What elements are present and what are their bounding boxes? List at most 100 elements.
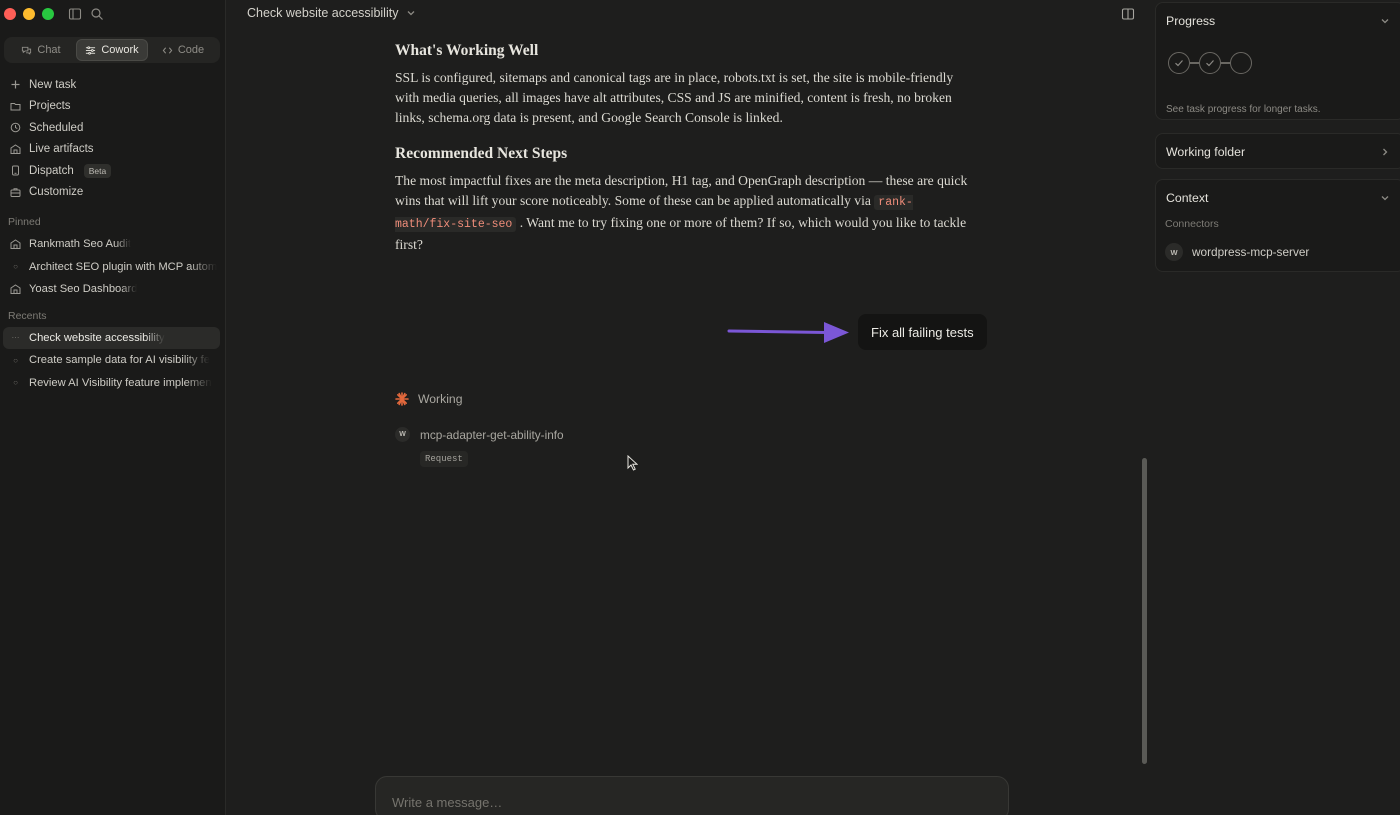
section-heading: What's Working Well bbox=[395, 42, 539, 59]
working-folder-card[interactable]: Working folder bbox=[1155, 133, 1400, 169]
recent-item[interactable]: ○ Review AI Visibility feature implemen bbox=[0, 372, 222, 395]
search-icon[interactable] bbox=[90, 7, 104, 21]
tab-code[interactable]: Code bbox=[148, 39, 218, 61]
artifact-icon bbox=[10, 284, 21, 294]
spinner-star-icon bbox=[395, 392, 409, 406]
wordpress-icon: W bbox=[1165, 243, 1183, 261]
clock-icon bbox=[10, 122, 21, 133]
sidebar-top-icons bbox=[68, 7, 104, 21]
check-icon bbox=[1206, 60, 1214, 67]
check-icon bbox=[1175, 60, 1183, 67]
circle-icon: ○ bbox=[13, 378, 18, 388]
code-brackets-icon bbox=[162, 46, 173, 54]
connectors-label: Connectors bbox=[1165, 218, 1219, 230]
tab-chat-label: Chat bbox=[37, 44, 61, 56]
close-window-button[interactable] bbox=[4, 8, 16, 20]
recent-item-label: Review AI Visibility feature implemen bbox=[29, 376, 212, 389]
minimize-window-button[interactable] bbox=[23, 8, 35, 20]
circle-icon: ○ bbox=[13, 355, 18, 365]
working-status: Working bbox=[395, 392, 462, 406]
recent-item[interactable]: ○ Create sample data for AI visibility f… bbox=[0, 349, 222, 372]
sidebar-item-label: Dispatch bbox=[29, 164, 74, 177]
pinned-section-label: Pinned bbox=[8, 216, 41, 228]
chat-bubbles-icon bbox=[22, 46, 32, 55]
recent-item-label: Check website accessibility bbox=[29, 331, 165, 344]
right-panel: Progress See task progress for longer ta… bbox=[1155, 0, 1400, 815]
sidebar-item-label: Projects bbox=[29, 100, 71, 113]
recent-item[interactable]: ⋯ Check website accessibility bbox=[3, 326, 220, 349]
recents-section-label: Recents bbox=[8, 309, 47, 322]
plus-icon bbox=[11, 80, 20, 89]
recent-item-label: Create sample data for AI visibility fe bbox=[29, 354, 210, 367]
sidebar-toggle-icon[interactable] bbox=[68, 7, 82, 21]
tab-chat[interactable]: Chat bbox=[6, 39, 76, 61]
pinned-item-label: Architect SEO plugin with MCP autom bbox=[29, 260, 217, 273]
progress-hint: See task progress for longer tasks. bbox=[1166, 104, 1321, 115]
sidebar-item-label: Live artifacts bbox=[29, 143, 94, 156]
window-controls bbox=[4, 8, 54, 20]
sidebar-item-label: Customize bbox=[29, 186, 84, 199]
working-label: Working bbox=[418, 392, 463, 406]
connector-item[interactable]: W wordpress-mcp-server bbox=[1165, 243, 1309, 261]
sidebar-item-projects[interactable]: Projects bbox=[0, 96, 226, 118]
beta-badge: Beta bbox=[83, 163, 112, 178]
step-complete bbox=[1168, 52, 1190, 74]
sidebar-item-label: New task bbox=[29, 78, 77, 91]
step-pending bbox=[1230, 52, 1252, 74]
tool-call-name: mcp-adapter-get-ability-info bbox=[420, 427, 564, 442]
arrow-icon bbox=[727, 322, 849, 343]
sidebar-item-customize[interactable]: Customize bbox=[0, 182, 226, 204]
tab-cowork[interactable]: Cowork bbox=[76, 39, 148, 61]
app-window: Chat Cowork Code New task Projects Sched… bbox=[0, 0, 1400, 815]
sidebar: Chat Cowork Code New task Projects Sched… bbox=[0, 0, 226, 815]
progress-steps bbox=[1168, 52, 1252, 74]
tool-call-row[interactable]: W mcp-adapter-get-ability-info bbox=[395, 427, 564, 442]
section-paragraph: SSL is configured, sitemaps and canonica… bbox=[395, 70, 954, 125]
section-heading: Recommended Next Steps bbox=[395, 145, 568, 162]
step-connector bbox=[1221, 62, 1230, 64]
sidebar-item-scheduled[interactable]: Scheduled bbox=[0, 117, 226, 139]
chevron-down-icon[interactable] bbox=[1380, 193, 1390, 203]
task-title-dropdown[interactable]: Check website accessibility bbox=[247, 6, 416, 20]
pinned-item[interactable]: Yoast Seo Dashboard bbox=[0, 278, 222, 301]
maximize-window-button[interactable] bbox=[42, 8, 54, 20]
message-input[interactable] bbox=[392, 795, 992, 810]
chevron-right-icon bbox=[1383, 148, 1388, 156]
mouse-cursor-icon bbox=[627, 455, 638, 471]
section-paragraph: The most impactful fixes are the meta de… bbox=[395, 171, 970, 255]
pinned-item[interactable]: Rankmath Seo Audit bbox=[0, 233, 222, 256]
step-complete bbox=[1199, 52, 1221, 74]
artifact-icon bbox=[10, 144, 21, 154]
scrollbar[interactable] bbox=[1142, 458, 1147, 764]
assistant-response: What's Working Well SSL is configured, s… bbox=[395, 42, 970, 272]
pinned-item-label: Yoast Seo Dashboard bbox=[29, 283, 138, 296]
sidebar-item-label: Scheduled bbox=[29, 121, 84, 134]
user-message-bubble: Fix all failing tests bbox=[858, 314, 987, 350]
request-chip[interactable]: Request bbox=[420, 451, 468, 467]
briefcase-icon bbox=[10, 188, 21, 197]
phone-icon bbox=[12, 165, 19, 176]
ellipsis-icon: ⋯ bbox=[11, 333, 20, 343]
sliders-icon bbox=[86, 45, 96, 55]
chevron-down-icon[interactable] bbox=[1380, 16, 1390, 26]
panel-toggle-icon[interactable] bbox=[1121, 7, 1135, 21]
folder-icon bbox=[10, 102, 21, 111]
page-title: Check website accessibility bbox=[247, 6, 399, 20]
user-message-text: Fix all failing tests bbox=[871, 324, 974, 340]
main-panel: Check website accessibility What's Worki… bbox=[227, 0, 1153, 815]
chevron-down-icon bbox=[407, 11, 415, 16]
step-connector bbox=[1190, 62, 1199, 64]
progress-title: Progress bbox=[1166, 14, 1216, 28]
artifact-icon bbox=[10, 239, 21, 249]
sidebar-item-live-artifacts[interactable]: Live artifacts bbox=[0, 139, 226, 161]
message-composer bbox=[375, 776, 1009, 815]
pinned-item[interactable]: ○ Architect SEO plugin with MCP autom bbox=[0, 256, 222, 279]
mode-tabs: Chat Cowork Code bbox=[4, 37, 220, 63]
tab-cowork-label: Cowork bbox=[101, 44, 139, 56]
sidebar-item-new-task[interactable]: New task bbox=[0, 74, 226, 96]
connector-name: wordpress-mcp-server bbox=[1192, 245, 1310, 259]
working-folder-title: Working folder bbox=[1166, 145, 1246, 159]
sidebar-item-dispatch[interactable]: Dispatch Beta bbox=[0, 160, 226, 182]
circle-icon: ○ bbox=[13, 262, 18, 272]
tab-code-label: Code bbox=[177, 44, 205, 56]
